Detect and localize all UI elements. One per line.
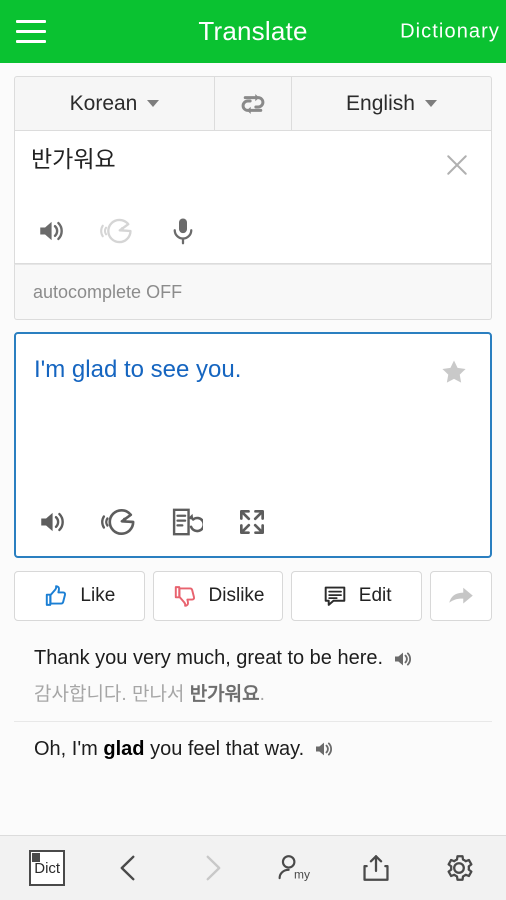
back-button[interactable]	[101, 840, 157, 896]
thumbs-down-icon	[174, 586, 195, 607]
autocomplete-label: autocomplete OFF	[33, 281, 183, 302]
chevron-down-icon	[424, 100, 437, 107]
dislike-label: Dislike	[208, 585, 265, 606]
target-language-selector[interactable]: English	[292, 77, 491, 130]
example-text-before: Thank you very much, great to be here.	[34, 647, 384, 669]
retranslate-icon	[172, 508, 203, 536]
dict-label: Dict	[34, 859, 61, 877]
microphone-button[interactable]	[161, 209, 205, 253]
forward-button[interactable]	[184, 840, 240, 896]
source-tools	[31, 209, 205, 253]
chevron-left-icon	[121, 855, 135, 881]
source-language-label: Korean	[69, 91, 138, 115]
dislike-button[interactable]: Dislike	[152, 571, 284, 621]
source-speaker-button[interactable]	[31, 209, 75, 253]
my-button[interactable]: my	[266, 840, 322, 896]
swap-languages-icon	[241, 93, 265, 114]
share-button[interactable]	[348, 840, 404, 896]
app-header: Translate Dictionary	[0, 0, 506, 63]
clear-source-button[interactable]	[437, 145, 477, 185]
speaker-icon	[41, 512, 64, 532]
edit-button[interactable]: Edit	[291, 571, 423, 621]
share-upload-icon	[363, 855, 390, 881]
pronunciation-icon	[100, 218, 132, 244]
translation-result-panel[interactable]: I'm glad to see you.	[14, 332, 492, 558]
like-label: Like	[80, 585, 116, 606]
like-button[interactable]: Like	[14, 571, 145, 621]
comment-edit-icon	[324, 586, 346, 606]
svg-text:my: my	[294, 868, 310, 882]
edit-label: Edit	[358, 585, 392, 606]
gear-icon	[447, 855, 473, 881]
feedback-row: Like Dislike Edit	[14, 571, 493, 621]
chevron-down-icon	[147, 100, 160, 107]
chevron-right-icon	[206, 855, 221, 881]
example-item[interactable]: Oh, I'm glad you feel that way.	[14, 722, 492, 776]
result-tools	[32, 500, 274, 544]
dict-button[interactable]: Dict	[19, 840, 75, 896]
example-ko-after: .	[259, 684, 265, 705]
example-text-bold: glad	[103, 737, 145, 760]
main-content: Korean English 반가워요 autocomplete OFF I'm…	[0, 63, 506, 835]
example-item[interactable]: Thank you very much, great to be here. 감…	[14, 631, 492, 722]
pronunciation-icon	[101, 508, 135, 535]
example-text-before: Oh, I'm	[34, 737, 104, 760]
example-ko-bold: 반가워요	[189, 684, 260, 705]
hamburger-bar	[16, 30, 46, 33]
speaker-icon	[395, 652, 412, 665]
close-icon	[447, 155, 467, 175]
source-text[interactable]: 반가워요	[31, 145, 475, 175]
hamburger-menu-icon[interactable]	[0, 0, 62, 63]
swap-languages-button[interactable]	[214, 77, 292, 130]
source-text-panel[interactable]: 반가워요	[14, 131, 492, 264]
example-source-sentence: Oh, I'm glad you feel that way.	[34, 735, 490, 764]
share-arrow-icon	[449, 587, 473, 604]
source-pronunciation-button[interactable]	[96, 209, 140, 253]
example-speaker-button[interactable]	[392, 647, 416, 671]
settings-button[interactable]	[431, 840, 487, 896]
fullscreen-icon	[240, 510, 264, 534]
share-result-button[interactable]	[430, 571, 493, 621]
retranslate-button[interactable]	[164, 500, 208, 544]
dictionary-button[interactable]: Dictionary	[390, 12, 504, 51]
source-language-selector[interactable]: Korean	[15, 77, 214, 130]
example-target-sentence: 감사합니다. 만나서 반가워요.	[34, 682, 490, 709]
language-bar: Korean English	[14, 76, 492, 131]
example-source-sentence: Thank you very much, great to be here.	[34, 644, 490, 673]
example-text-after: you feel that way.	[144, 737, 305, 760]
speaker-icon	[40, 221, 63, 241]
example-ko-before: 감사합니다. 만나서	[34, 684, 190, 705]
target-language-label: English	[346, 91, 415, 115]
dictionary-bookmark-icon: Dict	[29, 850, 66, 886]
thumbs-up-icon	[46, 585, 67, 606]
result-pronunciation-button[interactable]	[98, 500, 142, 544]
bottom-toolbar: Dict my	[0, 835, 506, 900]
favorite-button[interactable]	[434, 352, 474, 392]
fullscreen-button[interactable]	[230, 500, 274, 544]
hamburger-bar	[16, 40, 46, 43]
translation-text: I'm glad to see you.	[34, 356, 242, 383]
translate-app: Translate Dictionary Korean English 반가워요…	[0, 0, 506, 900]
autocomplete-toggle[interactable]: autocomplete OFF	[14, 264, 492, 320]
speaker-icon	[316, 742, 333, 756]
example-sentences: Thank you very much, great to be here. 감…	[14, 631, 492, 776]
person-my-icon: my	[278, 855, 310, 882]
hamburger-bar	[16, 20, 46, 23]
result-speaker-button[interactable]	[32, 500, 76, 544]
microphone-icon	[173, 218, 193, 245]
star-icon	[442, 360, 466, 383]
example-speaker-button[interactable]	[313, 737, 337, 761]
